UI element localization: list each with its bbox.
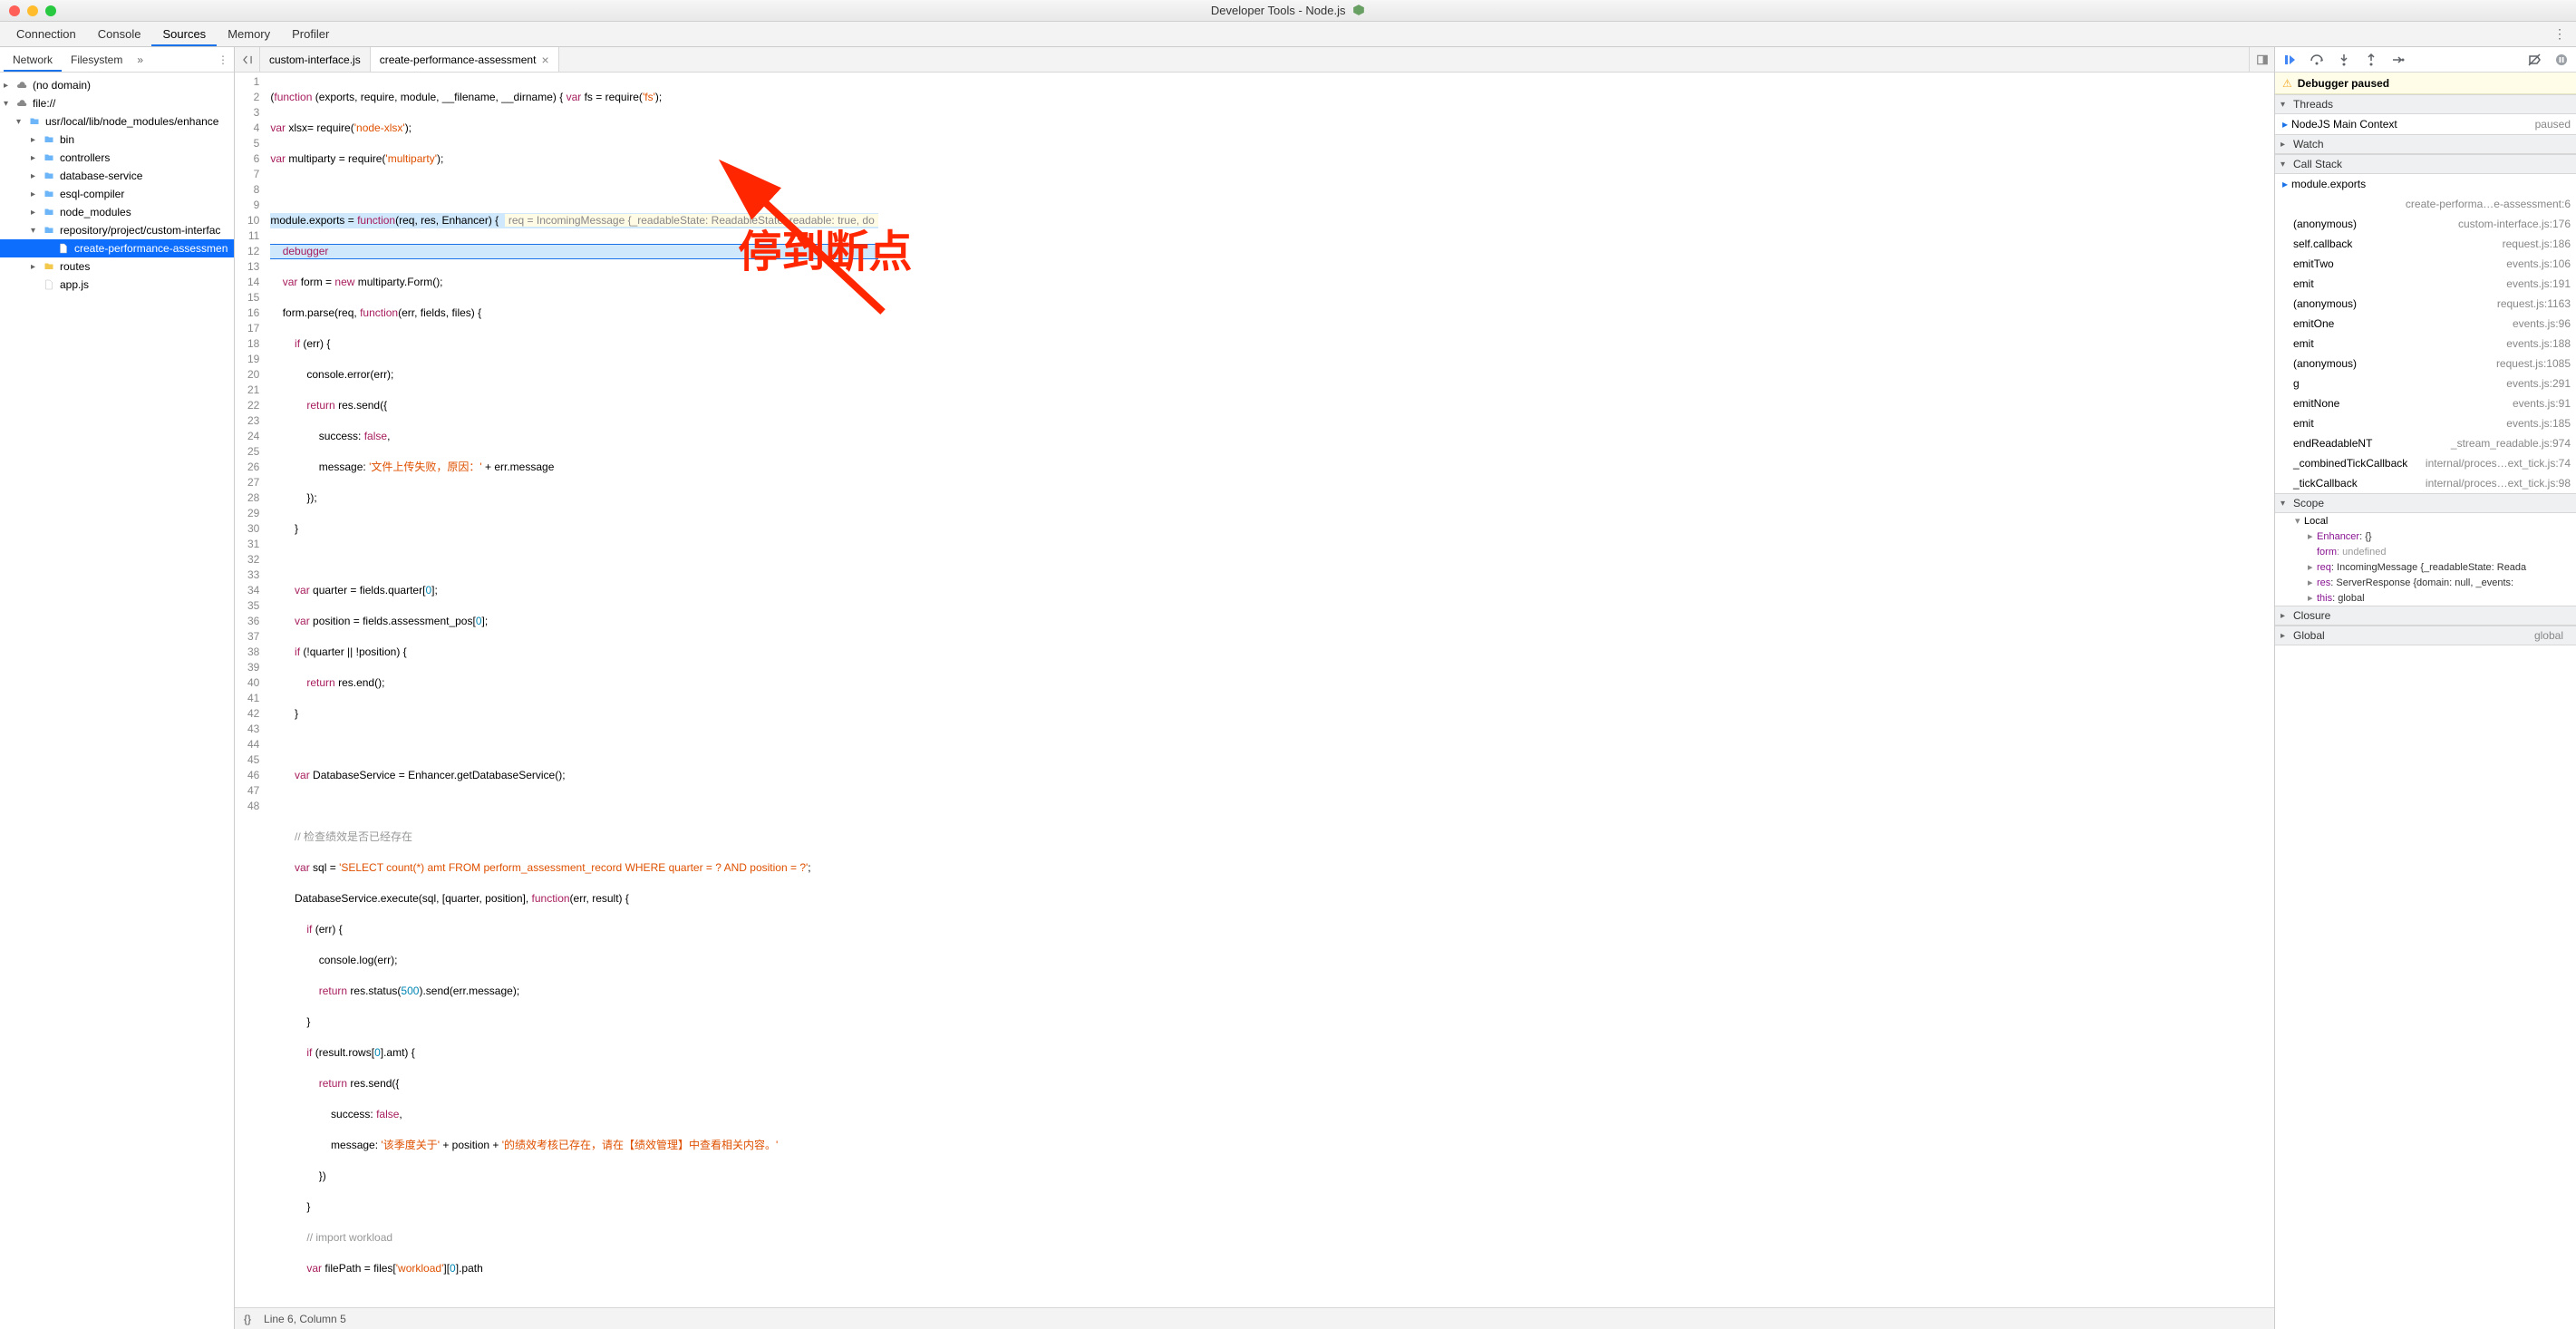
stack-frame[interactable]: emitevents.js:191	[2275, 274, 2576, 294]
stack-frame[interactable]: emitevents.js:185	[2275, 413, 2576, 433]
tree-item[interactable]: ▸controllers	[0, 149, 234, 167]
minimize-icon[interactable]	[27, 5, 38, 16]
section-global[interactable]: ▸Globalglobal	[2275, 626, 2576, 645]
close-tab-icon[interactable]: ×	[541, 53, 548, 67]
section-call-stack[interactable]: ▾Call Stack	[2275, 154, 2576, 174]
close-icon[interactable]	[9, 5, 20, 16]
stack-frame[interactable]: gevents.js:291	[2275, 373, 2576, 393]
stack-frame[interactable]: emitTwoevents.js:106	[2275, 254, 2576, 274]
section-scope[interactable]: ▾Scope	[2275, 493, 2576, 513]
tree-item[interactable]: ▸routes	[0, 257, 234, 276]
thread-row[interactable]: NodeJS Main Context paused	[2275, 114, 2576, 134]
tree-item[interactable]: ▸node_modules	[0, 203, 234, 221]
tab-console[interactable]: Console	[87, 22, 152, 46]
scope-variable[interactable]: form: undefined	[2275, 544, 2576, 559]
section-threads[interactable]: ▾Threads	[2275, 94, 2576, 114]
tree-item[interactable]: ▸esql-compiler	[0, 185, 234, 203]
line-gutter: 1234567891011121314151617181920212223242…	[235, 73, 266, 1307]
editor-tab-label: custom-interface.js	[269, 53, 361, 66]
tree-item[interactable]: ▸bin	[0, 131, 234, 149]
stack-frame[interactable]: (anonymous)custom-interface.js:176	[2275, 214, 2576, 234]
deactivate-breakpoints-icon[interactable]	[2525, 51, 2543, 69]
resume-icon[interactable]	[2281, 51, 2299, 69]
tree-item[interactable]: ▸database-service	[0, 167, 234, 185]
tab-profiler[interactable]: Profiler	[281, 22, 340, 46]
scope-variable[interactable]: ▸res: ServerResponse {domain: null, _eve…	[2275, 575, 2576, 590]
kebab-icon[interactable]: ⋮	[2549, 22, 2571, 46]
debugger-status-text: Debugger paused	[2298, 77, 2389, 90]
titlebar: Developer Tools - Node.js	[0, 0, 2576, 22]
step-out-icon[interactable]	[2362, 51, 2380, 69]
tree-item[interactable]: ▾usr/local/lib/node_modules/enhance	[0, 112, 234, 131]
stack-frame[interactable]: emitevents.js:188	[2275, 334, 2576, 354]
stack-frame[interactable]: (anonymous)request.js:1085	[2275, 354, 2576, 373]
code-editor[interactable]: 1234567891011121314151617181920212223242…	[235, 73, 2274, 1307]
nodejs-icon	[1352, 4, 1365, 16]
tree-item[interactable]: app.js	[0, 276, 234, 294]
stack-frame[interactable]: (anonymous)request.js:1163	[2275, 294, 2576, 314]
stack-frame[interactable]: _tickCallbackinternal/proces…ext_tick.js…	[2275, 473, 2576, 493]
maximize-icon[interactable]	[45, 5, 56, 16]
stack-frame[interactable]: _combinedTickCallbackinternal/proces…ext…	[2275, 453, 2576, 473]
window-title: Developer Tools - Node.js	[0, 4, 2576, 17]
step-into-icon[interactable]	[2335, 51, 2353, 69]
navigator-tab-filesystem[interactable]: Filesystem	[62, 47, 131, 72]
editor-tab[interactable]: custom-interface.js	[260, 47, 371, 72]
scope-variable[interactable]: ▸Enhancer: {}	[2275, 529, 2576, 544]
cursor-position: Line 6, Column 5	[264, 1313, 346, 1325]
editor-pane: custom-interface.js create-performance-a…	[235, 47, 2275, 1329]
nav-history-icon[interactable]	[235, 47, 260, 72]
brace-match-icon[interactable]: {}	[244, 1313, 251, 1325]
scope-variable[interactable]: ▸req: IncomingMessage {_readableState: R…	[2275, 559, 2576, 575]
tree-item[interactable]: ▾repository/project/custom-interfac	[0, 221, 234, 239]
more-tabs-icon[interactable]: »	[131, 47, 149, 72]
inline-value-hint: req = IncomingMessage {_readableState: R…	[505, 214, 878, 227]
stack-frame[interactable]: emitNoneevents.js:91	[2275, 393, 2576, 413]
window-controls	[0, 5, 56, 16]
navigator-sidebar: Network Filesystem » ⋮ ▸(no domain)▾file…	[0, 47, 235, 1329]
section-closure[interactable]: ▸Closure	[2275, 606, 2576, 626]
tree-item[interactable]: ▸(no domain)	[0, 76, 234, 94]
section-watch[interactable]: ▸Watch	[2275, 134, 2576, 154]
navigator-tab-network[interactable]: Network	[4, 47, 62, 72]
tree-item[interactable]: create-performance-assessmen	[0, 239, 234, 257]
debugger-toolbar	[2275, 47, 2576, 73]
toggle-nav-icon[interactable]	[2249, 47, 2274, 72]
call-stack-list: module.exportscreate-performa…e-assessme…	[2275, 174, 2576, 493]
editor-tab-label: create-performance-assessment	[380, 53, 537, 66]
warning-icon: ⚠	[2282, 77, 2292, 90]
stack-frame[interactable]: endReadableNT_stream_readable.js:974	[2275, 433, 2576, 453]
scope-local-header[interactable]: ▾Local	[2275, 513, 2576, 529]
file-tree[interactable]: ▸(no domain)▾file://▾usr/local/lib/node_…	[0, 73, 234, 1329]
stack-frame[interactable]: module.exports	[2275, 174, 2576, 194]
panel-tabs: Connection Console Sources Memory Profil…	[0, 22, 2576, 47]
tab-sources[interactable]: Sources	[151, 22, 217, 46]
editor-tab[interactable]: create-performance-assessment ×	[371, 47, 559, 72]
step-icon[interactable]	[2389, 51, 2407, 69]
navigator-kebab-icon[interactable]: ⋮	[212, 47, 234, 72]
stack-frame[interactable]: emitOneevents.js:96	[2275, 314, 2576, 334]
editor-statusbar: {} Line 6, Column 5	[235, 1307, 2274, 1329]
debugger-status-banner: ⚠ Debugger paused	[2275, 73, 2576, 94]
tab-memory[interactable]: Memory	[217, 22, 281, 46]
stack-frame[interactable]: self.callbackrequest.js:186	[2275, 234, 2576, 254]
code-content[interactable]: (function (exports, require, module, __f…	[266, 73, 877, 1307]
debugger-panel: ⚠ Debugger paused ▾Threads NodeJS Main C…	[2275, 47, 2576, 1329]
scope-variable[interactable]: ▸this: global	[2275, 590, 2576, 606]
tree-item[interactable]: ▾file://	[0, 94, 234, 112]
step-over-icon[interactable]	[2308, 51, 2326, 69]
tab-connection[interactable]: Connection	[5, 22, 87, 46]
pause-exceptions-icon[interactable]	[2552, 51, 2571, 69]
